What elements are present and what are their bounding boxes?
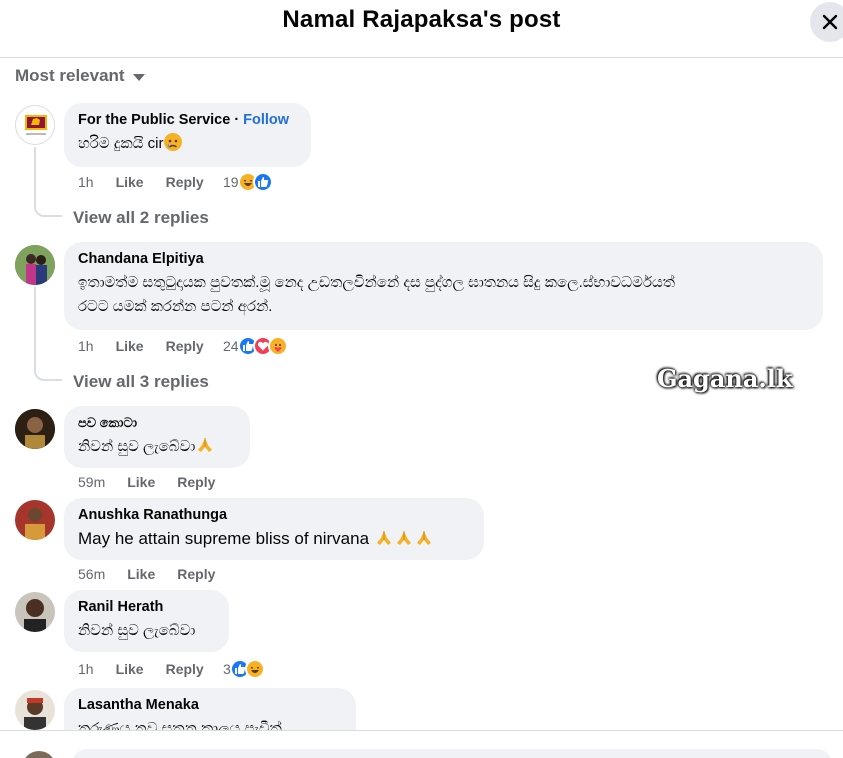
comment-text: නිවන් සුව ලැබේවා: [78, 435, 236, 463]
caret-down-icon: [132, 74, 145, 81]
profile-photo-icon: [15, 245, 55, 285]
separator-dot: ·: [234, 112, 240, 128]
folded-hands-icon: [195, 435, 215, 463]
folded-hands-icon: [374, 528, 394, 555]
comment-bubble: Ranil Herath නිවන් සුව ලැබේවා: [64, 590, 229, 652]
like-reaction-icon: [252, 172, 273, 192]
avatar[interactable]: [15, 409, 55, 449]
comment-author[interactable]: පව කොටා: [78, 415, 137, 431]
comment-bubble: Anushka Ranathunga May he attain supreme…: [64, 498, 484, 560]
comment-bubble: For the Public Service · Follow හරිම දුක…: [64, 103, 311, 167]
post-dialog-header: Namal Rajapaksa's post: [0, 0, 843, 58]
profile-photo-icon: [15, 409, 55, 449]
close-icon: [822, 14, 838, 30]
reply-button[interactable]: Reply: [177, 566, 215, 582]
folded-hands-icon: [414, 528, 434, 555]
comment-time[interactable]: 56m: [78, 566, 105, 582]
profile-photo-icon: [15, 592, 55, 632]
reply-button[interactable]: Reply: [166, 661, 204, 677]
comment-text: නිවන් සුව ලැබේවා: [78, 622, 196, 639]
comment-author[interactable]: Lasantha Menaka: [78, 697, 199, 713]
thread-line: [34, 287, 36, 367]
comment-author[interactable]: Anushka Ranathunga: [78, 507, 227, 523]
comment-bubble: Chandana Elpitiya ඉතාමත්ම සතුටුදායක පුවත…: [64, 242, 823, 330]
avatar[interactable]: [15, 245, 55, 285]
profile-photo-icon: [15, 500, 55, 540]
reaction-count: 19: [223, 174, 239, 190]
reply-button[interactable]: Reply: [177, 474, 215, 490]
comment-author[interactable]: For the Public Service: [78, 112, 230, 128]
comment-text: ඉතාමත්ම සතුටුදායක පුවතක්.මූ නෙද උඩතලවින්…: [78, 274, 675, 315]
care-reaction-icon: [267, 336, 288, 356]
comment-author[interactable]: Chandana Elpitiya: [78, 251, 204, 267]
comment-time[interactable]: 1h: [78, 661, 94, 677]
reply-button[interactable]: Reply: [166, 338, 204, 354]
comment-text: May he attain supreme bliss of nirvana: [78, 527, 470, 555]
watermark: Gagana.lk: [657, 364, 793, 393]
comment-actions: 56m Like Reply: [78, 566, 215, 582]
reply-button[interactable]: Reply: [166, 174, 204, 190]
current-user-avatar[interactable]: [22, 751, 56, 758]
thread-connector: [34, 203, 62, 217]
like-button[interactable]: Like: [116, 661, 144, 677]
comment-composer-bar: [0, 730, 843, 758]
dialog-title: Namal Rajapaksa's post: [282, 6, 561, 33]
comment-actions: 1h Like Reply: [78, 661, 204, 677]
reaction-summary[interactable]: 3: [223, 659, 265, 679]
avatar[interactable]: [15, 592, 55, 632]
view-replies-link[interactable]: View all 3 replies: [73, 372, 209, 392]
avatar[interactable]: [15, 690, 55, 730]
reaction-count: 24: [223, 338, 239, 354]
comment-actions: 1h Like Reply: [78, 338, 204, 354]
thread-line: [34, 147, 36, 203]
comment-time[interactable]: 59m: [78, 474, 105, 490]
crying-face-icon: [163, 132, 183, 160]
folded-hands-icon: [394, 528, 414, 555]
comment-bubble: පව කොටා නිවන් සුව ලැබේවා: [64, 406, 250, 468]
comment-actions: 59m Like Reply: [78, 474, 215, 490]
avatar[interactable]: [15, 105, 55, 145]
lion-flag-logo-icon: [25, 115, 47, 135]
like-button[interactable]: Like: [127, 474, 155, 490]
comment-time[interactable]: 1h: [78, 174, 94, 190]
like-button[interactable]: Like: [116, 338, 144, 354]
comment-author[interactable]: Ranil Herath: [78, 599, 163, 615]
comment-actions: 1h Like Reply: [78, 174, 204, 190]
haha-reaction-icon: [244, 659, 265, 679]
comment-time[interactable]: 1h: [78, 338, 94, 354]
follow-button[interactable]: Follow: [243, 112, 289, 128]
comment-sort-dropdown[interactable]: Most relevant: [15, 66, 145, 86]
reaction-summary[interactable]: 24: [223, 336, 288, 356]
reaction-summary[interactable]: 19: [223, 172, 273, 192]
thread-connector: [34, 367, 62, 381]
comment-text: හරිම දුකයි cir: [78, 132, 297, 160]
like-button[interactable]: Like: [116, 174, 144, 190]
profile-photo-icon: [15, 690, 55, 730]
like-button[interactable]: Like: [127, 566, 155, 582]
close-button[interactable]: [810, 2, 843, 42]
write-comment-input[interactable]: [72, 749, 832, 758]
avatar[interactable]: [15, 500, 55, 540]
view-replies-link[interactable]: View all 2 replies: [73, 208, 209, 228]
sort-label: Most relevant: [15, 66, 125, 85]
